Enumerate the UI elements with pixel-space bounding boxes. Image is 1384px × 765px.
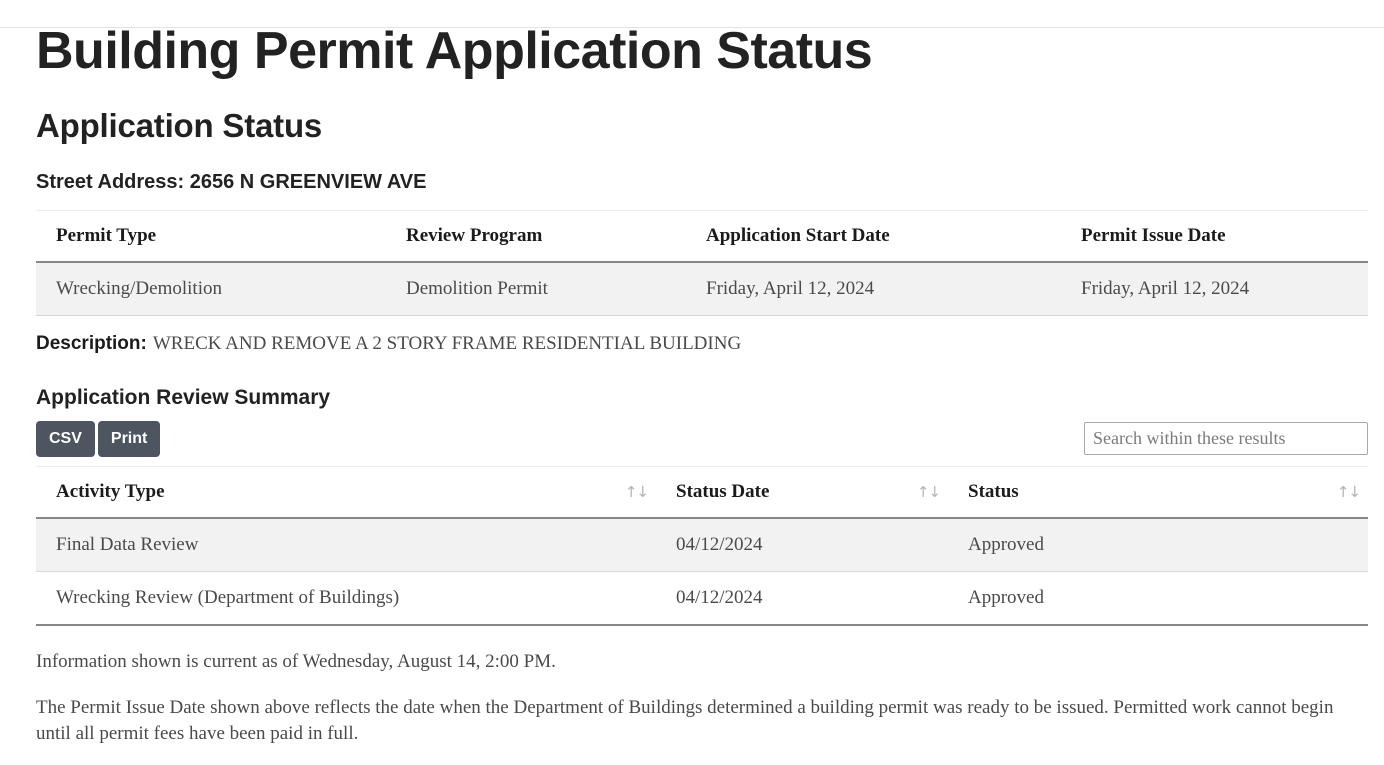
cell-activity-type: Final Data Review xyxy=(56,533,199,555)
cell-status: Approved xyxy=(968,533,1044,555)
permit-details-table: Permit Type Review Program Application S… xyxy=(36,210,1368,316)
section-title-application-status: Application Status xyxy=(36,106,323,144)
column-header-status-label: Status xyxy=(968,480,1019,502)
search-input[interactable] xyxy=(1084,422,1368,456)
cell-status: Approved xyxy=(968,586,1044,608)
issue-date-note: The Permit Issue Date shown above reflec… xyxy=(36,696,1334,745)
activity-table-header-row: Activity Type ↑↓ Status Date ↑↓ Status ↑… xyxy=(36,466,1368,518)
activity-table-toolbar: CSV Print xyxy=(36,420,1368,457)
cell-application-start-date: Friday, April 12, 2024 xyxy=(706,277,875,299)
sort-toggle-icon[interactable]: ↑↓ xyxy=(625,483,649,501)
cell-activity-type: Wrecking Review (Department of Buildings… xyxy=(56,586,400,608)
column-header-activity-type[interactable]: Activity Type ↑↓ xyxy=(36,466,656,518)
column-header-permit-issue-date: Permit Issue Date xyxy=(1081,224,1226,246)
subsection-title-application-review-summary: Application Review Summary xyxy=(36,385,331,409)
sort-toggle-icon[interactable]: ↑↓ xyxy=(1337,483,1361,501)
csv-export-button[interactable]: CSV xyxy=(36,420,95,457)
cell-status-date: 04/12/2024 xyxy=(676,586,763,608)
activity-table-body: Final Data Review 04/12/2024 Approved Wr… xyxy=(36,517,1368,625)
permit-table-head: Permit Type Review Program Application S… xyxy=(36,210,1368,262)
permit-table-header-row: Permit Type Review Program Application S… xyxy=(36,210,1368,262)
cell-status-date: 04/12/2024 xyxy=(676,533,763,555)
street-address: Street Address: 2656 N GREENVIEW AVE xyxy=(36,170,427,193)
cell-review-program: Demolition Permit xyxy=(406,277,548,299)
column-header-status[interactable]: Status ↑↓ xyxy=(948,466,1368,518)
column-header-status-date-label: Status Date xyxy=(676,480,770,502)
column-header-status-date[interactable]: Status Date ↑↓ xyxy=(656,466,948,518)
export-button-group: CSV Print xyxy=(36,420,161,457)
print-button[interactable]: Print xyxy=(97,420,161,457)
table-row: Final Data Review 04/12/2024 Approved xyxy=(36,517,1368,572)
description-text: WRECK AND REMOVE A 2 STORY FRAME RESIDEN… xyxy=(152,332,742,354)
column-header-activity-type-label: Activity Type xyxy=(56,480,165,502)
cell-permit-issue-date: Friday, April 12, 2024 xyxy=(1081,277,1250,299)
currency-note: Information shown is current as of Wedne… xyxy=(36,650,556,672)
page-container: Building Permit Application Status Appli… xyxy=(0,24,1384,747)
table-row: Wrecking Review (Department of Buildings… xyxy=(36,571,1368,625)
column-header-permit-type: Permit Type xyxy=(56,224,157,246)
description-line: Description: WRECK AND REMOVE A 2 STORY F… xyxy=(36,333,1368,355)
description-label: Description: xyxy=(36,332,147,354)
sort-toggle-icon[interactable]: ↑↓ xyxy=(917,483,941,501)
activity-review-table: Activity Type ↑↓ Status Date ↑↓ Status ↑… xyxy=(36,466,1368,626)
column-header-review-program: Review Program xyxy=(406,224,543,246)
permit-table-body: Wrecking/Demolition Demolition Permit Fr… xyxy=(36,261,1368,316)
table-row: Wrecking/Demolition Demolition Permit Fr… xyxy=(36,261,1368,316)
page-title: Building Permit Application Status xyxy=(36,22,873,80)
top-divider xyxy=(0,27,1384,28)
activity-table-head: Activity Type ↑↓ Status Date ↑↓ Status ↑… xyxy=(36,466,1368,518)
cell-permit-type: Wrecking/Demolition xyxy=(56,277,222,299)
column-header-application-start-date: Application Start Date xyxy=(706,224,890,246)
